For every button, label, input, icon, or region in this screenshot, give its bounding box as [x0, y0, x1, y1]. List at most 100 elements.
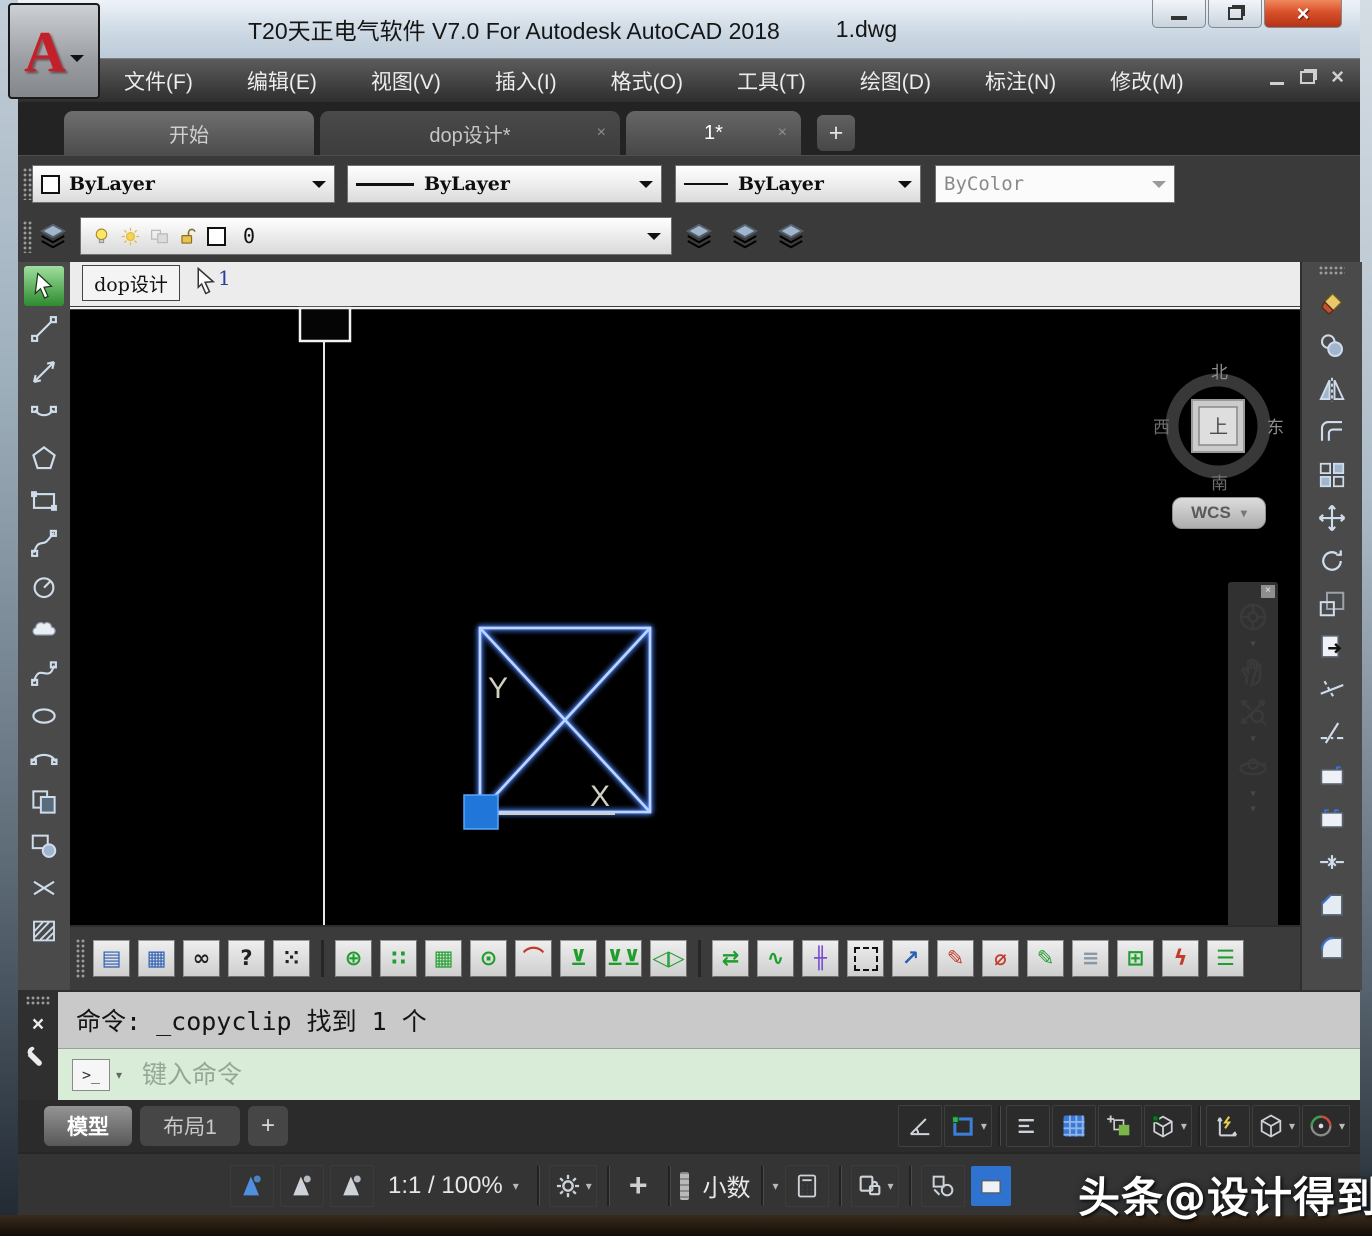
edit-polyline-icon[interactable] — [1312, 756, 1352, 796]
ui-lock-icon[interactable]: ▾ — [851, 1165, 899, 1207]
tab-start[interactable]: 开始 — [64, 111, 314, 155]
navbar-close-icon[interactable]: × — [1261, 585, 1275, 598]
isolate-objects-icon[interactable] — [921, 1165, 965, 1207]
dynamic-ucs-toggle[interactable] — [1206, 1105, 1250, 1147]
rectangle-icon[interactable] — [24, 481, 64, 521]
point-icon[interactable] — [24, 868, 64, 908]
move-icon[interactable] — [1312, 498, 1352, 538]
navbar-more-icon[interactable]: ▾ — [1250, 805, 1256, 814]
clean-screen-toggle[interactable] — [971, 1166, 1011, 1206]
drawing-canvas[interactable]: dop设计 1 Y X — [70, 262, 1300, 925]
erase-wire-icon[interactable]: ⌀ — [982, 940, 1019, 977]
annotation-visibility-toggle[interactable] — [1098, 1105, 1142, 1147]
break-icon[interactable] — [1312, 842, 1352, 882]
line-icon[interactable] — [24, 309, 64, 349]
lamp-table-icon[interactable]: ⊞ — [1117, 940, 1154, 977]
double-socket-icon[interactable]: ⊻⊻ — [605, 940, 642, 977]
crosshair-icon[interactable]: + — [619, 1167, 658, 1204]
menu-edit[interactable]: 编辑(E) — [233, 60, 331, 102]
customize-wrench-icon[interactable] — [25, 1044, 51, 1075]
orbit-icon[interactable] — [1233, 750, 1273, 784]
grid-toggle[interactable] — [1052, 1105, 1096, 1147]
separator[interactable] — [698, 940, 701, 977]
arc-wire-icon[interactable]: ⌒ — [515, 940, 552, 977]
zoom-extents-icon[interactable] — [1233, 695, 1273, 729]
viewport-scale-control[interactable]: 1:1 / 100% ▾ — [380, 1172, 527, 1200]
chevron-down-icon[interactable]: ▾ — [773, 1179, 779, 1193]
tab-dop-design[interactable]: dop设计*× — [320, 111, 620, 155]
wire-list-icon[interactable]: ☰ — [1207, 940, 1244, 977]
doc-restore-icon[interactable] — [1300, 71, 1315, 84]
tab-layout1[interactable]: 布局1 — [140, 1106, 240, 1146]
selection-box-icon[interactable] — [847, 940, 884, 977]
close-button[interactable]: × — [1264, 0, 1342, 28]
command-close-icon[interactable]: × — [32, 1015, 44, 1035]
doc-minimize-icon[interactable] — [1270, 82, 1284, 85]
viewcube[interactable]: 北 南 西 东 上 — [1148, 356, 1288, 506]
revision-cloud-icon[interactable] — [24, 610, 64, 650]
layer-states-icon[interactable] — [680, 217, 718, 255]
rotate-icon[interactable] — [1312, 541, 1352, 581]
block-convert-icon[interactable]: ▦ — [425, 940, 462, 977]
switch-convert-icon[interactable]: ⇄ — [712, 940, 749, 977]
settings-gear-icon[interactable]: ▾ — [549, 1165, 597, 1207]
layer-match-icon[interactable] — [772, 217, 810, 255]
circle-icon[interactable] — [24, 567, 64, 607]
ellipse-icon[interactable] — [24, 696, 64, 736]
layer-properties-icon[interactable] — [34, 217, 72, 255]
annotation-auto-icon[interactable] — [280, 1165, 324, 1207]
fillet-icon[interactable] — [1312, 928, 1352, 968]
command-input[interactable] — [140, 1059, 1360, 1090]
chevron-down-icon[interactable]: ▾ — [1250, 790, 1256, 799]
minimize-button[interactable] — [1152, 0, 1206, 28]
count-hand-icon[interactable]: ⁙ — [273, 940, 310, 977]
help-hand-icon[interactable]: ? — [228, 940, 265, 977]
tab-close-icon[interactable]: × — [778, 124, 787, 142]
mirror-icon[interactable] — [1312, 369, 1352, 409]
hatch-icon[interactable] — [24, 911, 64, 951]
arc-icon[interactable] — [24, 395, 64, 435]
chevron-down-icon[interactable]: ▾ — [1250, 735, 1256, 744]
insert-block-icon[interactable] — [24, 782, 64, 822]
pan-hand-icon[interactable] — [1233, 655, 1273, 689]
annotation-scale-icon[interactable] — [230, 1165, 274, 1207]
tab-drawing-1[interactable]: 1*× — [626, 111, 801, 155]
menu-dimension[interactable]: 标注(N) — [971, 60, 1070, 102]
lineweight-dropdown[interactable]: ByLayer — [675, 165, 921, 203]
quick-calc-icon[interactable] — [785, 1165, 829, 1207]
construction-line-icon[interactable] — [24, 352, 64, 392]
erase-icon[interactable] — [1312, 283, 1352, 323]
cross-wire-icon[interactable]: ╫ — [802, 940, 839, 977]
ellipse-arc-icon[interactable] — [24, 739, 64, 779]
toolbar-grip[interactable] — [76, 939, 85, 979]
socket-icon[interactable]: ⊻ — [560, 940, 597, 977]
command-history[interactable]: 命令: _copyclip 找到 1 个 — [58, 992, 1360, 1049]
new-tab-button[interactable]: + — [817, 115, 855, 151]
restore-button[interactable] — [1208, 0, 1262, 28]
annotate-pencil-icon[interactable]: ✎ — [937, 940, 974, 977]
polyline-icon[interactable] — [24, 524, 64, 564]
layer-previous-icon[interactable] — [726, 217, 764, 255]
toolbar-grip[interactable] — [23, 168, 32, 200]
polar-tracking-toggle[interactable] — [898, 1105, 942, 1147]
mirror-symbol-icon[interactable]: ◁▷ — [650, 940, 687, 977]
toolbar-grip[interactable] — [1319, 266, 1345, 275]
menu-insert[interactable]: 插入(I) — [481, 60, 571, 102]
doc-close-icon[interactable]: × — [1331, 69, 1344, 85]
units-value[interactable]: 小数 — [703, 1168, 751, 1203]
gizmo-toggle[interactable]: ▾ — [1302, 1105, 1350, 1147]
application-menu-button[interactable]: A — [8, 3, 100, 99]
array-icon[interactable] — [1312, 455, 1352, 495]
break-wire-icon[interactable]: ϟ — [1162, 940, 1199, 977]
drawing-tab-dop[interactable]: dop设计 — [82, 265, 180, 301]
save-icon[interactable]: ▦ — [138, 940, 175, 977]
object-snap-toggle[interactable]: ▾ — [944, 1105, 992, 1147]
model-space[interactable]: Y X 北 南 西 东 上 WCS ▾ × — [70, 306, 1300, 925]
chamfer-icon[interactable] — [1312, 885, 1352, 925]
osnap-3d-toggle[interactable]: ▾ — [1144, 1105, 1192, 1147]
toolbar-grip[interactable] — [23, 221, 32, 253]
scale-icon[interactable] — [1312, 584, 1352, 624]
project-manager-icon[interactable]: ▤ — [93, 940, 130, 977]
menu-view[interactable]: 视图(V) — [357, 60, 455, 102]
trim-icon[interactable] — [1312, 670, 1352, 710]
